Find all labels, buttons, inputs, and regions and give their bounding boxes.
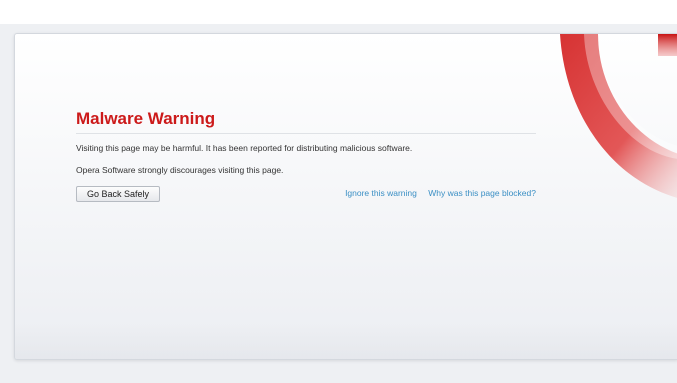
warning-content: Malware Warning Visiting this page may b… [76,109,536,204]
go-back-safely-button[interactable]: Go Back Safely [76,186,161,202]
top-strip [0,0,677,24]
opera-logo-icon [560,34,677,198]
why-blocked-link[interactable]: Why was this page blocked? [428,188,536,198]
action-bar: Go Back Safely Ignore this warning Why w… [76,186,536,204]
panel-footer-shade [15,323,677,359]
ignore-warning-link[interactable]: Ignore this warning [345,188,417,198]
warning-message: Visiting this page may be harmful. It ha… [76,143,413,153]
page-title: Malware Warning [76,109,536,134]
discourage-message: Opera Software strongly discourages visi… [76,165,284,175]
action-links: Ignore this warning Why was this page bl… [336,188,536,198]
